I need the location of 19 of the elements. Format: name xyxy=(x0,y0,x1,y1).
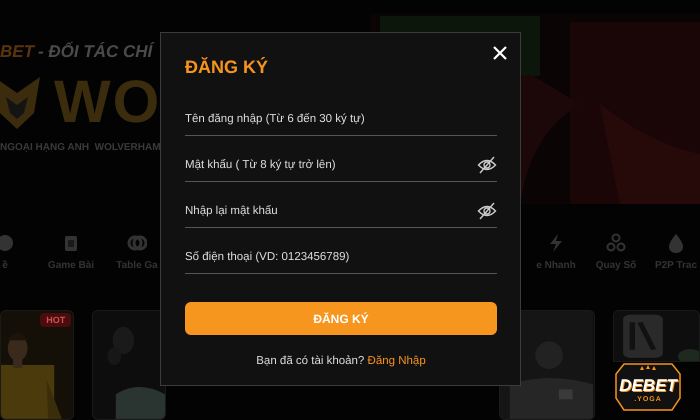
chips-icon[interactable] xyxy=(127,232,147,253)
banner-tagline: - ĐỐI TÁC CHÍ xyxy=(38,42,152,62)
register-button[interactable]: ĐĂNG KÝ xyxy=(185,302,497,335)
balls-icon[interactable] xyxy=(606,232,626,253)
game-card[interactable]: HOT xyxy=(0,310,74,420)
hot-badge: HOT xyxy=(40,313,72,328)
drop-icon[interactable] xyxy=(666,232,686,253)
input-field[interactable]: Nhập lại mật khẩu xyxy=(185,204,477,216)
login-prompt: Bạn đã có tài khoản? xyxy=(256,355,364,367)
logo-text: DEBET xyxy=(619,376,677,396)
input-field[interactable]: Số điện thoại (VD: 0123456789) xyxy=(185,250,497,262)
eye-slash-icon[interactable] xyxy=(477,200,497,220)
input-field[interactable]: Tên đăng nhập (Từ 6 đến 30 ký tự) xyxy=(185,112,497,124)
brand-text: BET xyxy=(0,42,34,62)
close-button[interactable] xyxy=(492,45,508,61)
login-link[interactable]: Đăng Nhập xyxy=(368,355,426,367)
input-field[interactable]: Mật khẩu ( Từ 8 ký tự trở lên) xyxy=(185,158,477,170)
dialog-title: ĐĂNG KÝ xyxy=(185,57,270,78)
eye-slash-icon[interactable] xyxy=(477,154,497,174)
